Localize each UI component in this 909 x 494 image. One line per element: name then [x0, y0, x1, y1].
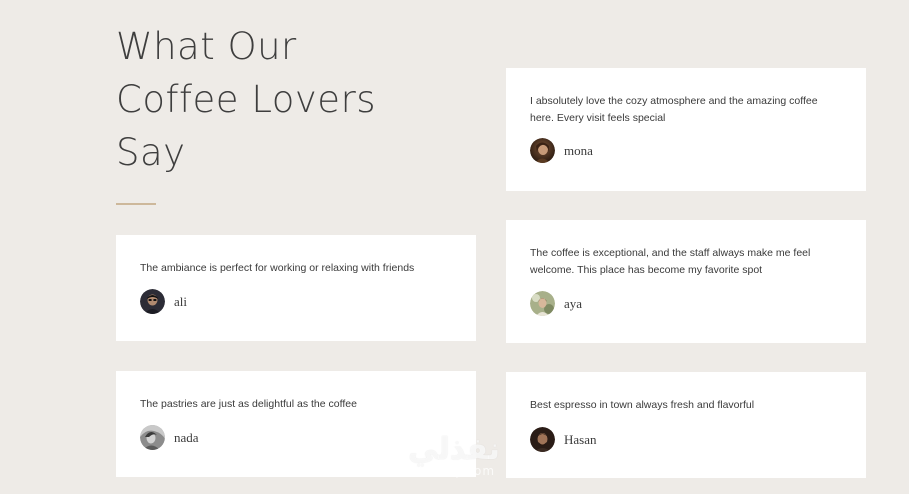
testimonial-quote: The coffee is exceptional, and the staff… [530, 247, 811, 276]
heading-line-2: Coffee Lovers [116, 78, 377, 121]
testimonial-author-name: aya [564, 295, 583, 311]
heading-divider [116, 203, 156, 205]
testimonial-author: ali [140, 289, 187, 314]
testimonial-quote: Best espresso in town always fresh and f… [530, 399, 755, 411]
testimonial-author-name: mona [564, 142, 593, 158]
heading-line-3: Say [116, 131, 186, 174]
testimonial-author: Hasan [530, 427, 597, 452]
heading-line-1: What Our [116, 25, 297, 68]
avatar-icon [530, 138, 555, 163]
testimonial-author-name: Hasan [564, 431, 597, 447]
testimonial-author-name: ali [174, 293, 187, 309]
testimonial-quote: The pastries are just as delightful as t… [140, 398, 357, 410]
avatar-icon [530, 291, 555, 316]
testimonial-author: mona [530, 138, 593, 163]
testimonial-card-mona: I absolutely love the cozy atmosphere an… [506, 68, 866, 191]
testimonial-author: nada [140, 425, 199, 450]
testimonial-author-name: nada [174, 429, 199, 445]
testimonial-quote: I absolutely love the cozy atmosphere an… [530, 95, 818, 124]
testimonial-card-hasan: Best espresso in town always fresh and f… [506, 372, 866, 478]
testimonial-author: aya [530, 291, 582, 316]
avatar-icon [530, 427, 555, 452]
testimonial-card-nada: The pastries are just as delightful as t… [116, 371, 476, 477]
avatar-icon [140, 425, 165, 450]
section-heading: What Our Coffee Lovers Say [116, 20, 456, 179]
testimonial-quote: The ambiance is perfect for working or r… [140, 262, 415, 274]
testimonial-card-ali: The ambiance is perfect for working or r… [116, 235, 476, 341]
avatar-icon [140, 289, 165, 314]
testimonial-card-aya: The coffee is exceptional, and the staff… [506, 220, 866, 343]
